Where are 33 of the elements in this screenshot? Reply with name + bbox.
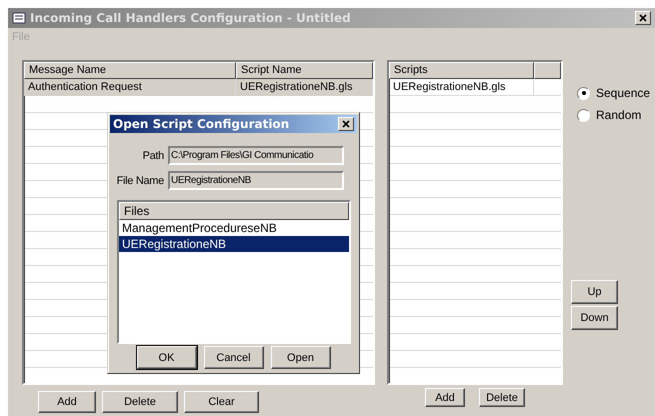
move-button[interactable]: Up	[571, 280, 618, 304]
list-item[interactable]: UERegistrationeNB	[119, 236, 349, 252]
column-header[interactable]	[534, 62, 561, 79]
radio-button[interactable]: Sequence	[577, 82, 650, 104]
window-icon	[12, 12, 26, 24]
field-label: File Name	[116, 174, 164, 186]
path-field[interactable]: C:\Program Files\GI Communicatio	[168, 146, 344, 165]
dialog-title: Open Script Configuration	[113, 117, 290, 131]
file-name-field[interactable]: UERegistrationeNB	[168, 171, 344, 190]
table-cell[interactable]: UERegistrationeNB.gls	[389, 79, 534, 96]
dialog-button[interactable]: OK	[136, 346, 196, 369]
close-button[interactable]	[635, 11, 651, 25]
action-button[interactable]: Add	[38, 391, 96, 413]
column-header[interactable]: Files	[119, 202, 349, 220]
column-header[interactable]: Script Name	[236, 62, 373, 79]
close-button[interactable]	[338, 117, 354, 131]
window-title: Incoming Call Handlers Configuration - Untitled	[30, 11, 352, 25]
radio-button[interactable]: Random	[577, 104, 650, 126]
dialog-button[interactable]: Cancel	[204, 346, 264, 369]
close-icon	[639, 14, 647, 22]
column-header[interactable]: Scripts	[389, 62, 534, 79]
action-button[interactable]: Add	[425, 388, 465, 407]
action-button[interactable]: Clear	[184, 391, 259, 413]
column-header[interactable]: Message Name	[24, 62, 236, 79]
dialog-button[interactable]: Open	[270, 346, 330, 369]
action-button[interactable]: Delete	[479, 388, 525, 407]
table-cell[interactable]: UERegistrationeNB.gls	[236, 79, 373, 96]
list-item[interactable]: ManagementProcedureseNB	[119, 220, 349, 236]
field-label: Path	[142, 150, 164, 162]
action-button[interactable]: Delete	[102, 391, 178, 413]
table-cell[interactable]: Authentication Request	[24, 79, 236, 96]
move-button[interactable]: Down	[571, 306, 618, 330]
close-icon	[342, 120, 350, 128]
